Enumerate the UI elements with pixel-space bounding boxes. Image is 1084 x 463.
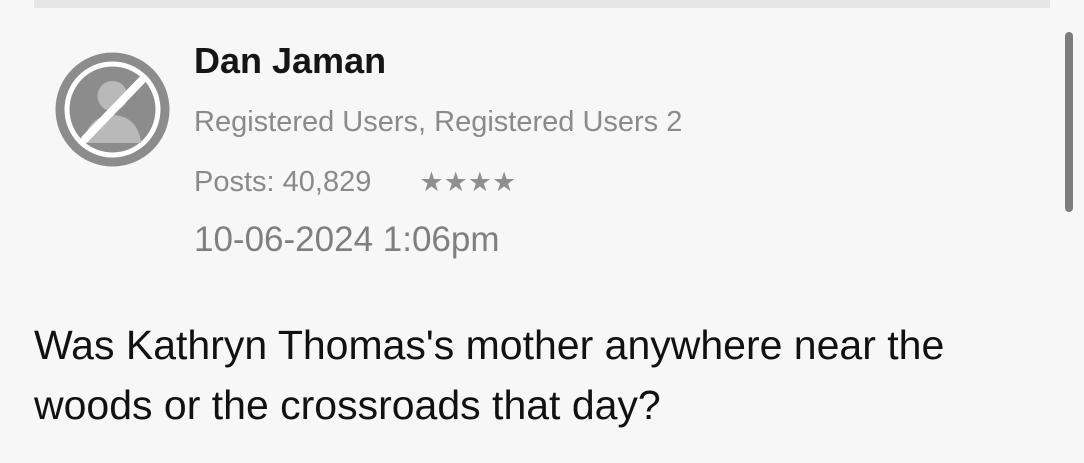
scrollbar-thumb[interactable] bbox=[1065, 32, 1073, 212]
user-avatar[interactable] bbox=[54, 51, 171, 168]
user-role: Registered Users, Registered Users 2 bbox=[194, 106, 683, 138]
top-divider bbox=[34, 0, 1050, 8]
no-avatar-icon bbox=[55, 52, 170, 167]
author-name[interactable]: Dan Jaman bbox=[194, 40, 386, 82]
post-timestamp: 10-06-2024 1:06pm bbox=[194, 220, 500, 259]
posts-row: Posts: 40,829 ★ ★ ★ ★ bbox=[194, 164, 516, 200]
rank-stars: ★ ★ ★ ★ bbox=[419, 166, 517, 197]
rank-star-icon: ★ bbox=[443, 166, 468, 197]
rank-star-icon: ★ bbox=[492, 166, 517, 197]
rank-star-icon: ★ bbox=[467, 166, 492, 197]
rank-star-icon: ★ bbox=[419, 166, 444, 197]
posts-count: Posts: 40,829 bbox=[194, 165, 372, 198]
post-body: Was Kathryn Thomas's mother anywhere nea… bbox=[34, 322, 945, 428]
